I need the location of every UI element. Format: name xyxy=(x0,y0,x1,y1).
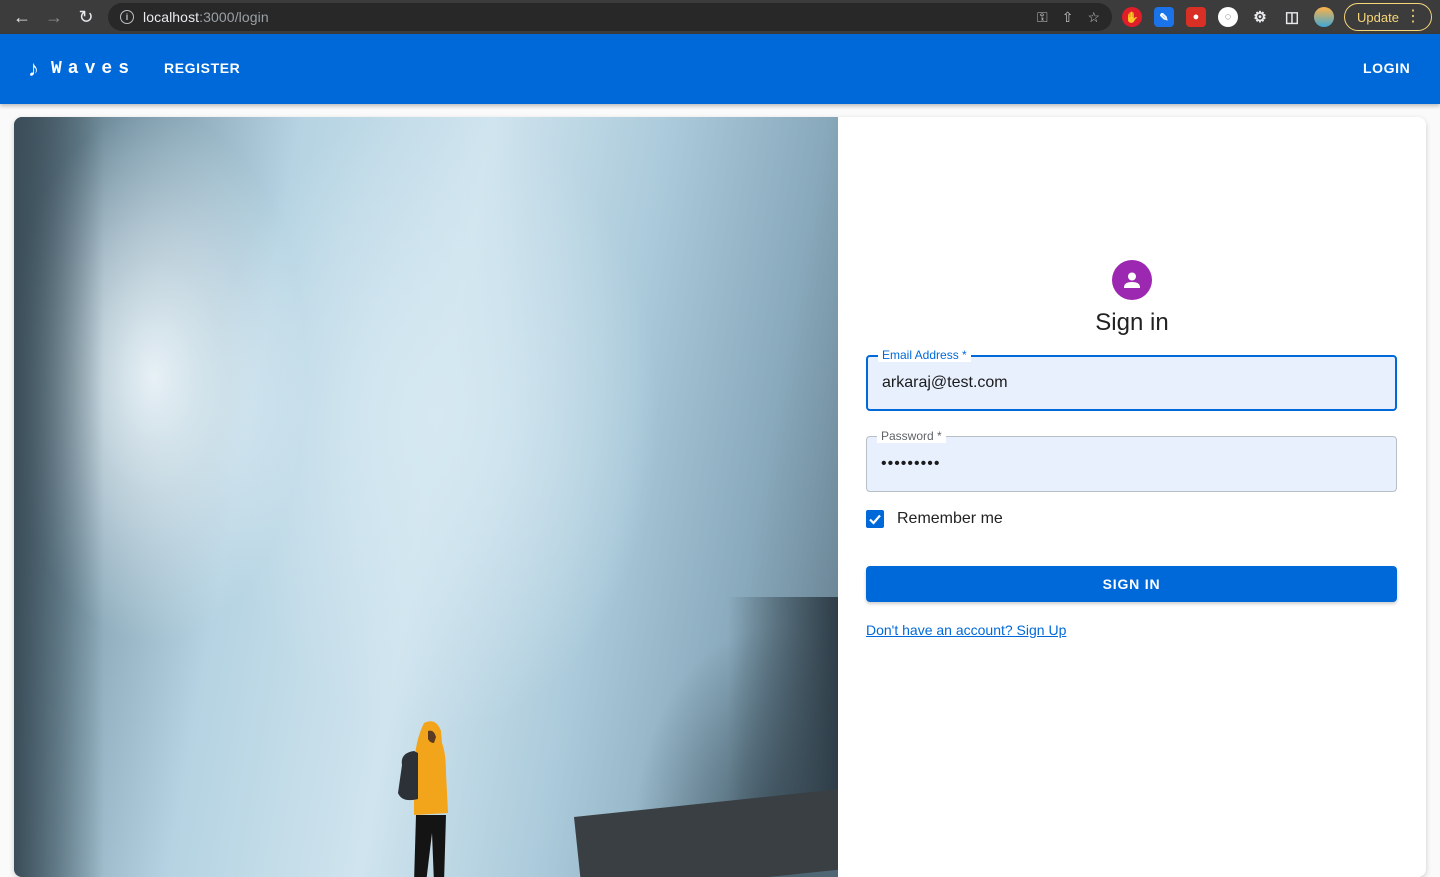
key-icon[interactable]: ⚿ xyxy=(1037,9,1048,26)
site-info-icon[interactable]: i xyxy=(120,10,134,24)
sign-up-link[interactable]: Don't have an account? Sign Up xyxy=(866,622,1066,638)
account-avatar-icon xyxy=(1112,260,1152,300)
page-title: Sign in xyxy=(1095,309,1169,336)
ground-rock xyxy=(574,785,838,877)
bookmark-star-icon[interactable]: ☆ xyxy=(1087,9,1100,26)
logo[interactable]: ♪ Waves xyxy=(28,58,135,80)
extension-circle-icon[interactable]: ◌ xyxy=(1218,7,1238,27)
browser-toolbar: ← → ↻ i localhost:3000/login ⚿ ⇧ ☆ ✋ ✎ ●… xyxy=(0,0,1440,34)
login-card: Sign in Email Address * arkaraj@test.com… xyxy=(14,117,1426,877)
share-icon[interactable]: ⇧ xyxy=(1062,9,1074,26)
hiker-figure xyxy=(398,721,448,877)
login-link[interactable]: LOGIN xyxy=(1363,60,1410,76)
sign-in-button[interactable]: SIGN IN xyxy=(866,566,1397,602)
brand-name: Waves xyxy=(51,59,136,79)
update-button[interactable]: Update ⋮ xyxy=(1344,3,1432,31)
waterfall-hero-image xyxy=(14,117,838,877)
extension-adblock-icon[interactable]: ✋ xyxy=(1122,7,1142,27)
email-field[interactable]: Email Address * arkaraj@test.com xyxy=(866,348,1397,411)
app-bar: ♪ Waves REGISTER LOGIN xyxy=(0,34,1440,104)
forward-icon[interactable]: → xyxy=(38,0,70,34)
url-text: localhost:3000/login xyxy=(143,9,269,25)
extension-red-icon[interactable]: ● xyxy=(1186,7,1206,27)
password-field[interactable]: Password * ••••••••• xyxy=(866,429,1397,492)
checkmark-icon xyxy=(869,514,881,525)
extension-docs-icon[interactable]: ✎ xyxy=(1154,7,1174,27)
sign-in-form: Sign in Email Address * arkaraj@test.com… xyxy=(838,117,1426,877)
email-label: Email Address * xyxy=(878,348,971,362)
remember-me-label: Remember me xyxy=(897,510,1003,527)
back-icon[interactable]: ← xyxy=(6,0,38,34)
password-value[interactable]: ••••••••• xyxy=(881,455,940,473)
rock-wall-left xyxy=(14,117,104,877)
register-link[interactable]: REGISTER xyxy=(164,60,240,76)
password-label: Password * xyxy=(877,429,946,443)
profile-avatar-icon[interactable] xyxy=(1314,7,1334,27)
menu-dots-icon[interactable]: ⋮ xyxy=(1405,7,1421,27)
remember-me-checkbox[interactable] xyxy=(866,510,884,528)
email-value[interactable]: arkaraj@test.com xyxy=(882,374,1008,392)
address-bar[interactable]: i localhost:3000/login ⚿ ⇧ ☆ xyxy=(108,3,1112,31)
side-panel-icon[interactable]: ◫ xyxy=(1282,7,1302,27)
remember-me-row[interactable]: Remember me xyxy=(866,510,1003,528)
reload-icon[interactable]: ↻ xyxy=(70,0,102,34)
music-note-icon: ♪ xyxy=(28,56,39,81)
extensions-puzzle-icon[interactable]: ⚙ xyxy=(1250,7,1270,27)
